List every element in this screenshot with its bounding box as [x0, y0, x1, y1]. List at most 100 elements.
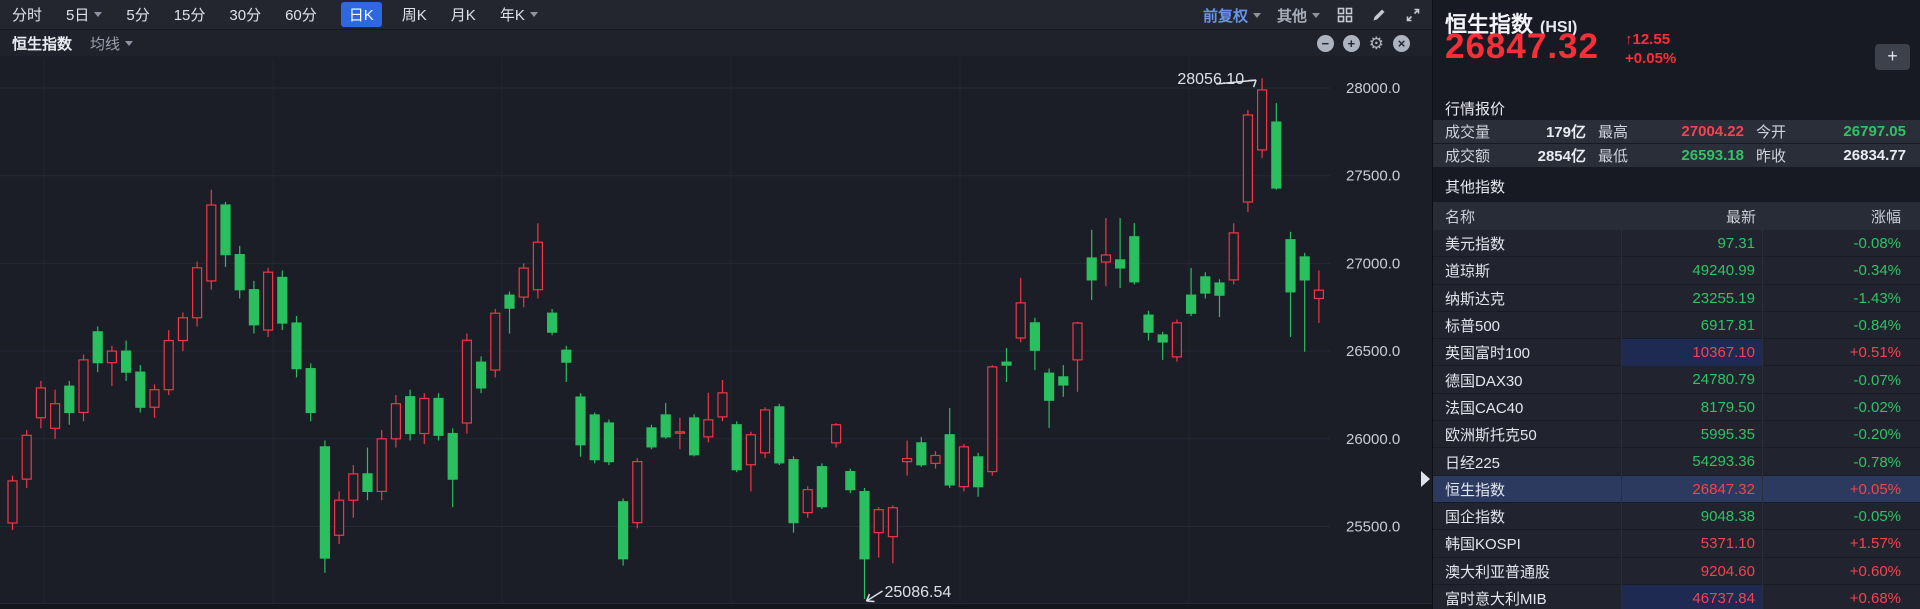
chevron-down-icon [530, 12, 538, 17]
collapse-panel-handle[interactable] [1421, 471, 1430, 487]
period-tab-日K[interactable]: 日K [341, 2, 382, 27]
index-row[interactable]: 澳大利亚普通股9204.60+0.60% [1433, 558, 1920, 585]
period-tab-月K[interactable]: 月K [451, 4, 476, 25]
index-name: 美元指数 [1433, 233, 1621, 254]
quote-value: 27004.22 [1640, 123, 1744, 140]
chevron-down-icon [125, 41, 133, 46]
index-last-value: 26847.32 [1621, 476, 1763, 503]
zoom-out-icon[interactable]: − [1317, 35, 1334, 52]
x-axis-strip [0, 603, 1432, 609]
index-name: 国企指数 [1433, 506, 1621, 527]
index-last-value: 10367.10 [1621, 339, 1763, 366]
index-name: 恒生指数 [1433, 479, 1621, 500]
quote-value: 26834.77 [1798, 147, 1920, 164]
layout-grid-icon[interactable] [1336, 6, 1354, 24]
stock-app-window: 分时 5日 5分 15分 30分 60分 日K 周K 月K 年K 前复权 其他 [0, 0, 1920, 609]
header-change[interactable]: 涨幅 [1763, 206, 1920, 227]
index-change-percent: -1.43% [1763, 290, 1920, 307]
series-name-label: 恒生指数 [12, 33, 72, 54]
index-name: 道琼斯 [1433, 260, 1621, 281]
index-name: 标普500 [1433, 315, 1621, 336]
quote-side-panel: 恒生指数 (HSI) 26847.32 ↑12.55 +0.05% + 行情报价… [1432, 0, 1920, 609]
index-last-value: 23255.19 [1621, 285, 1763, 312]
index-name: 富时意大利MIB [1433, 588, 1621, 609]
adjust-mode-dropdown[interactable]: 前复权 [1203, 5, 1261, 26]
quote-section-title: 行情报价 [1433, 98, 1920, 119]
price-change-block: ↑12.55 +0.05% [1625, 30, 1676, 68]
index-last-value: 97.31 [1621, 230, 1763, 257]
index-last-value: 8179.50 [1621, 394, 1763, 421]
index-name: 德国DAX30 [1433, 370, 1621, 391]
index-last-value: 5995.35 [1621, 421, 1763, 448]
index-change-percent: -0.07% [1763, 372, 1920, 389]
chevron-down-icon [1253, 13, 1261, 18]
index-row[interactable]: 恒生指数26847.32+0.05% [1433, 476, 1920, 503]
price-change: 12.55 [1633, 31, 1671, 48]
low-annotation: 25086.54 [885, 584, 952, 601]
indices-table-body: 美元指数97.31-0.08%道琼斯49240.99-0.34%纳斯达克2325… [1433, 230, 1920, 609]
chart-subbar: 恒生指数 均线 − + ⚙ × [0, 30, 1432, 56]
index-change-percent: +0.05% [1763, 481, 1920, 498]
index-last-value: 49240.99 [1621, 257, 1763, 284]
candlestick-chart[interactable]: 28000.027500.027000.026500.026000.025500… [0, 56, 1432, 603]
add-to-watchlist-button[interactable]: + [1875, 44, 1910, 70]
ma-dropdown[interactable]: 均线 [90, 33, 133, 54]
period-tab-15分[interactable]: 15分 [174, 4, 206, 25]
index-last-value: 9204.60 [1621, 558, 1763, 585]
other-label: 其他 [1277, 5, 1307, 26]
quote-value: 26797.05 [1798, 123, 1920, 140]
indices-section-title: 其他指数 [1433, 176, 1920, 197]
index-row[interactable]: 法国CAC408179.50-0.02% [1433, 394, 1920, 421]
period-tab-5日[interactable]: 5日 [66, 4, 102, 25]
index-row[interactable]: 富时意大利MIB46737.84+0.68% [1433, 585, 1920, 609]
index-change-percent: -0.78% [1763, 454, 1920, 471]
index-row[interactable]: 道琼斯49240.99-0.34% [1433, 257, 1920, 284]
index-row[interactable]: 美元指数97.31-0.08% [1433, 230, 1920, 257]
period-tab-周K[interactable]: 周K [402, 4, 427, 25]
header-last[interactable]: 最新 [1621, 206, 1763, 227]
period-tab-30分[interactable]: 30分 [229, 4, 261, 25]
y-axis-tick: 26000.0 [1346, 431, 1400, 448]
quote-value: 2854亿 [1497, 145, 1586, 166]
index-last-value: 5371.10 [1621, 530, 1763, 557]
index-change-percent: -0.08% [1763, 235, 1920, 252]
other-dropdown[interactable]: 其他 [1277, 5, 1320, 26]
adjust-mode-label: 前复权 [1203, 5, 1248, 26]
period-tab-60分[interactable]: 60分 [285, 4, 317, 25]
quote-value: 26593.18 [1640, 147, 1744, 164]
index-change-percent: -0.84% [1763, 317, 1920, 334]
index-change-percent: +1.57% [1763, 535, 1920, 552]
price-change-percent: +0.05% [1625, 49, 1676, 68]
index-row[interactable]: 纳斯达克23255.19-1.43% [1433, 285, 1920, 312]
chevron-down-icon [94, 12, 102, 17]
ma-label: 均线 [90, 33, 120, 54]
index-change-percent: -0.02% [1763, 399, 1920, 416]
zoom-in-icon[interactable]: + [1343, 35, 1360, 52]
index-row[interactable]: 欧洲斯托克505995.35-0.20% [1433, 421, 1920, 448]
indices-table-header: 名称 最新 涨幅 [1433, 202, 1920, 230]
index-row[interactable]: 标普5006917.81-0.84% [1433, 312, 1920, 339]
expand-icon[interactable] [1404, 6, 1422, 24]
index-change-percent: +0.60% [1763, 563, 1920, 580]
index-row[interactable]: 德国DAX3024780.79-0.07% [1433, 366, 1920, 393]
index-change-percent: -0.34% [1763, 262, 1920, 279]
index-row[interactable]: 国企指数9048.38-0.05% [1433, 503, 1920, 530]
y-axis-tick: 26500.0 [1346, 343, 1400, 360]
settings-gear-icon[interactable]: ⚙ [1369, 35, 1384, 52]
index-name: 韩国KOSPI [1433, 533, 1621, 554]
y-axis-tick: 25500.0 [1346, 519, 1400, 536]
index-row[interactable]: 韩国KOSPI5371.10+1.57% [1433, 530, 1920, 557]
index-last-value: 6917.81 [1621, 312, 1763, 339]
chevron-down-icon [1312, 13, 1320, 18]
index-row[interactable]: 英国富时10010367.10+0.51% [1433, 339, 1920, 366]
last-price: 26847.32 [1445, 27, 1599, 67]
close-icon[interactable]: × [1393, 35, 1410, 52]
quote-label: 最低 [1586, 145, 1640, 166]
high-annotation: 28056.10 [1177, 71, 1244, 88]
period-tab-5分[interactable]: 5分 [126, 4, 149, 25]
index-row[interactable]: 日经22554293.36-0.78% [1433, 448, 1920, 475]
period-tab-分时[interactable]: 分时 [12, 4, 42, 25]
brush-icon[interactable] [1370, 6, 1388, 24]
header-name[interactable]: 名称 [1433, 206, 1621, 227]
period-tab-年K[interactable]: 年K [500, 4, 538, 25]
